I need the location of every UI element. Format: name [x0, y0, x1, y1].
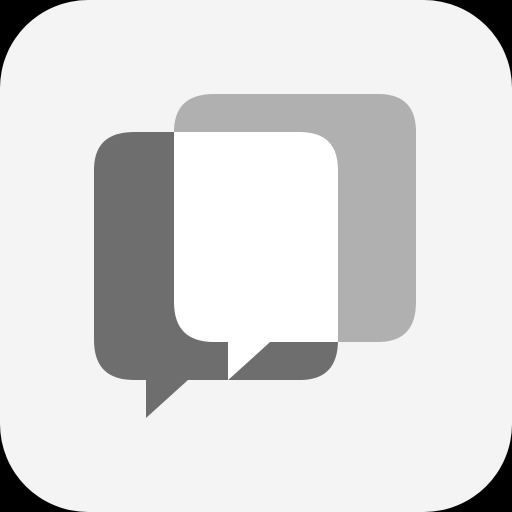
app-icon-tile[interactable]: [0, 0, 512, 512]
app-icon-canvas: [0, 0, 512, 512]
chat-bubbles-icon: [0, 0, 512, 512]
